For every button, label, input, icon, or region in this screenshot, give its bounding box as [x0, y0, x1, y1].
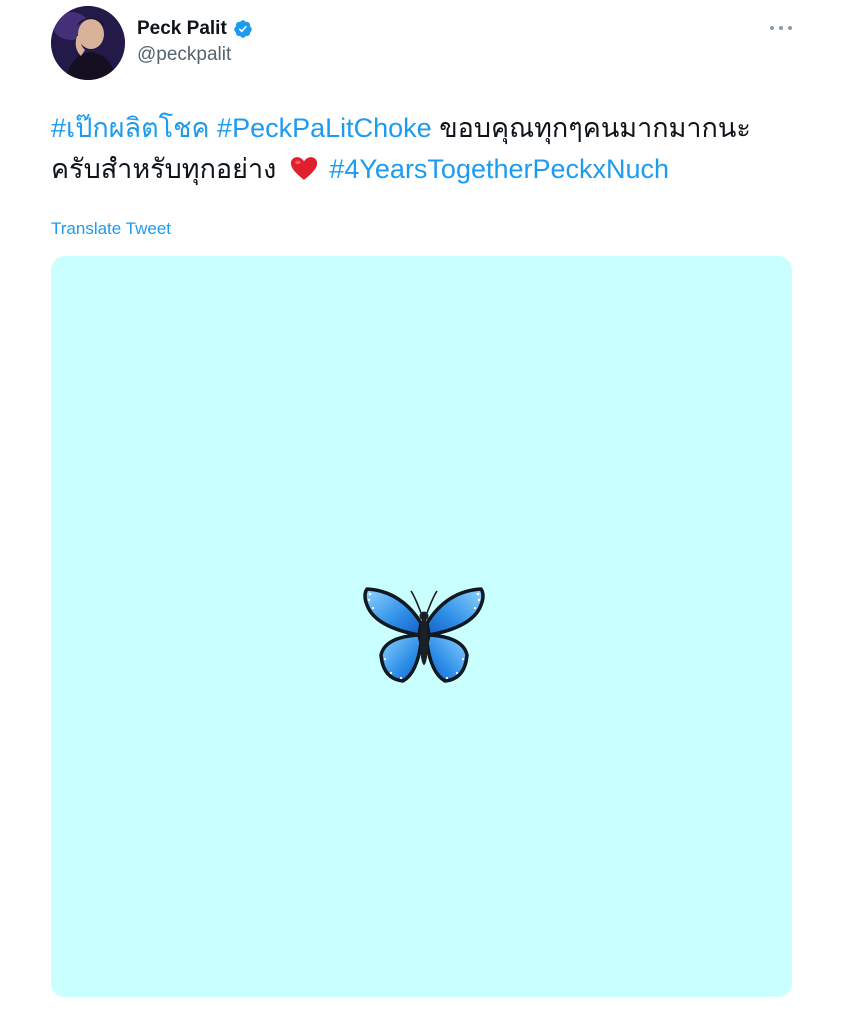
hashtag-link[interactable]: #PeckPaLitChoke	[217, 113, 432, 143]
author-handle[interactable]: @peckpalit	[137, 44, 231, 66]
profile-photo	[51, 6, 125, 80]
verified-badge-icon	[234, 20, 252, 38]
author-name-row: Peck Palit	[137, 16, 253, 42]
avatar[interactable]	[51, 6, 125, 80]
translate-tweet-link[interactable]: Translate Tweet	[51, 219, 171, 239]
hashtag-link[interactable]: #4YearsTogetherPeckxNuch	[329, 154, 669, 184]
display-name[interactable]: Peck Palit	[137, 18, 227, 40]
blue-butterfly-icon	[363, 587, 485, 683]
tweet-text: #เป๊กผลิตโชค #PeckPaLitChoke ขอบคุณทุกๆค…	[51, 108, 796, 190]
hashtag-link[interactable]: #เป๊กผลิตโชค	[51, 113, 210, 143]
more-options-icon[interactable]	[770, 18, 792, 38]
red-heart-icon	[290, 157, 317, 180]
